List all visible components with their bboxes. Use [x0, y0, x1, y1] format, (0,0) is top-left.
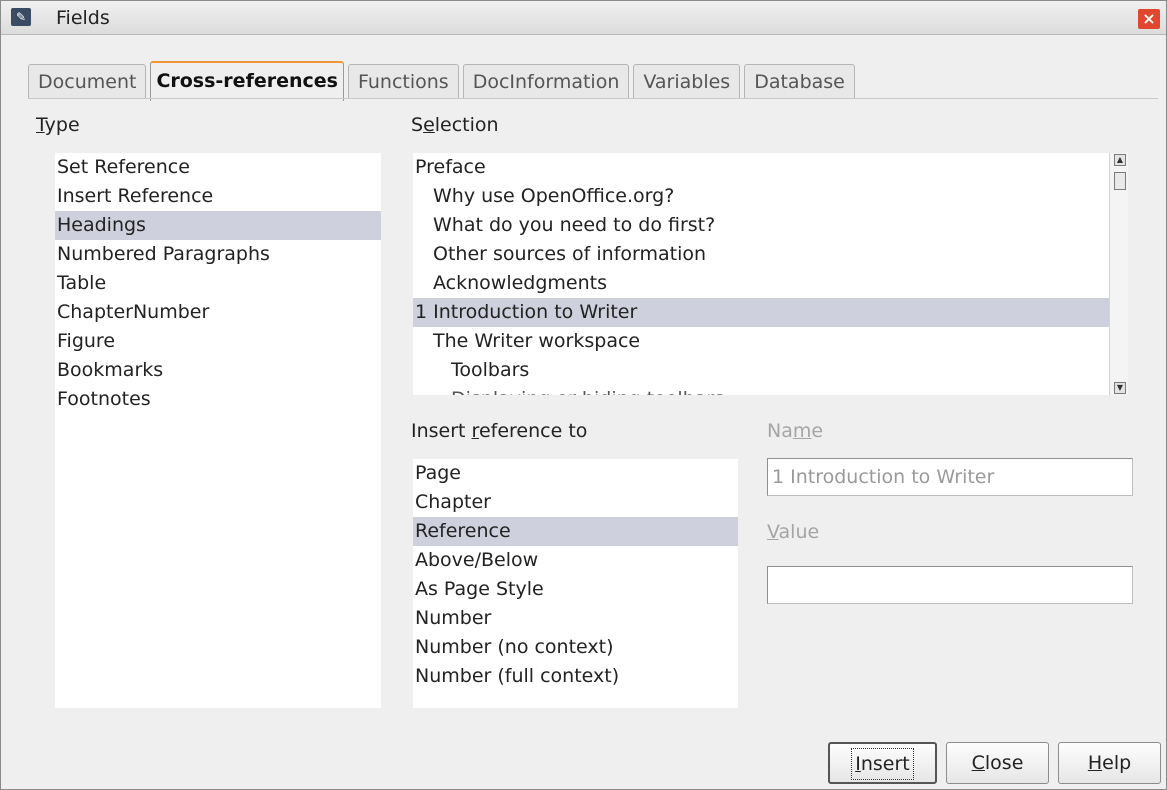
scroll-up-icon[interactable]: ▲ [1114, 154, 1126, 166]
selection-item[interactable]: The Writer workspace [413, 327, 1128, 356]
insert-ref-item-page[interactable]: Page [413, 459, 738, 488]
type-item-footnotes[interactable]: Footnotes [55, 385, 381, 414]
type-item-set-reference[interactable]: Set Reference [55, 153, 381, 182]
selection-list[interactable]: Preface Why use OpenOffice.org? What do … [413, 153, 1128, 395]
type-list[interactable]: Set Reference Insert Reference Headings … [55, 153, 381, 708]
selection-item[interactable]: What do you need to do first? [413, 211, 1128, 240]
type-item-chapternumber[interactable]: ChapterNumber [55, 298, 381, 327]
tab-database[interactable]: Database [744, 64, 855, 99]
tab-panel-divider [28, 98, 1158, 99]
tab-document[interactable]: Document [28, 64, 147, 99]
selection-item[interactable]: Toolbars [413, 356, 1128, 385]
selection-item[interactable]: Why use OpenOffice.org? [413, 182, 1128, 211]
selection-item[interactable]: Acknowledgments [413, 269, 1128, 298]
type-item-table[interactable]: Table [55, 269, 381, 298]
insert-ref-item-as-page-style[interactable]: As Page Style [413, 575, 738, 604]
value-label: Value [767, 521, 820, 543]
type-item-insert-reference[interactable]: Insert Reference [55, 182, 381, 211]
close-button[interactable]: Close [946, 742, 1049, 784]
selection-label: Selection [411, 114, 499, 136]
insert-reference-label: Insert reference to [411, 420, 588, 442]
tab-docinformation[interactable]: DocInformation [462, 64, 630, 99]
insert-ref-item-number-no-context[interactable]: Number (no context) [413, 633, 738, 662]
selection-item-selected[interactable]: 1 Introduction to Writer [413, 298, 1109, 327]
title-bar[interactable]: ✎ Fields × [1, 1, 1166, 35]
name-field[interactable]: 1 Introduction to Writer [767, 458, 1133, 496]
selection-item[interactable]: Preface [413, 153, 1128, 182]
insert-ref-item-number[interactable]: Number [413, 604, 738, 633]
type-label: Type [36, 114, 80, 136]
type-item-figure[interactable]: Figure [55, 327, 381, 356]
insert-reference-list[interactable]: Page Chapter Reference Above/Below As Pa… [413, 459, 738, 708]
insert-ref-item-above-below[interactable]: Above/Below [413, 546, 738, 575]
tab-functions[interactable]: Functions [347, 64, 459, 99]
insert-ref-item-number-full-context[interactable]: Number (full context) [413, 662, 738, 691]
value-field[interactable] [767, 566, 1133, 604]
selection-item[interactable]: Displaying or hiding toolbars [413, 385, 1128, 395]
insert-ref-item-reference[interactable]: Reference [413, 517, 738, 546]
scroll-down-icon[interactable]: ▼ [1114, 382, 1126, 394]
name-label: Name [767, 420, 824, 442]
tab-bar: Document Cross-references Functions DocI… [28, 61, 859, 101]
close-icon[interactable]: × [1138, 9, 1160, 29]
insert-ref-item-chapter[interactable]: Chapter [413, 488, 738, 517]
selection-scrollbar[interactable]: ▲ ▼ [1109, 153, 1128, 395]
tab-cross-references[interactable]: Cross-references [150, 61, 344, 101]
type-item-numbered-paragraphs[interactable]: Numbered Paragraphs [55, 240, 381, 269]
openoffice-writer-icon: ✎ [11, 8, 31, 26]
type-item-bookmarks[interactable]: Bookmarks [55, 356, 381, 385]
scrollbar-thumb[interactable] [1114, 172, 1126, 190]
help-button[interactable]: Help [1058, 742, 1161, 784]
type-item-headings[interactable]: Headings [55, 211, 381, 240]
tab-variables[interactable]: Variables [633, 64, 741, 99]
window-title: Fields [56, 7, 110, 29]
fields-dialog: ✎ Fields × Document Cross-references Fun… [0, 0, 1167, 790]
insert-button[interactable]: Insert [828, 742, 937, 784]
selection-item[interactable]: Other sources of information [413, 240, 1128, 269]
